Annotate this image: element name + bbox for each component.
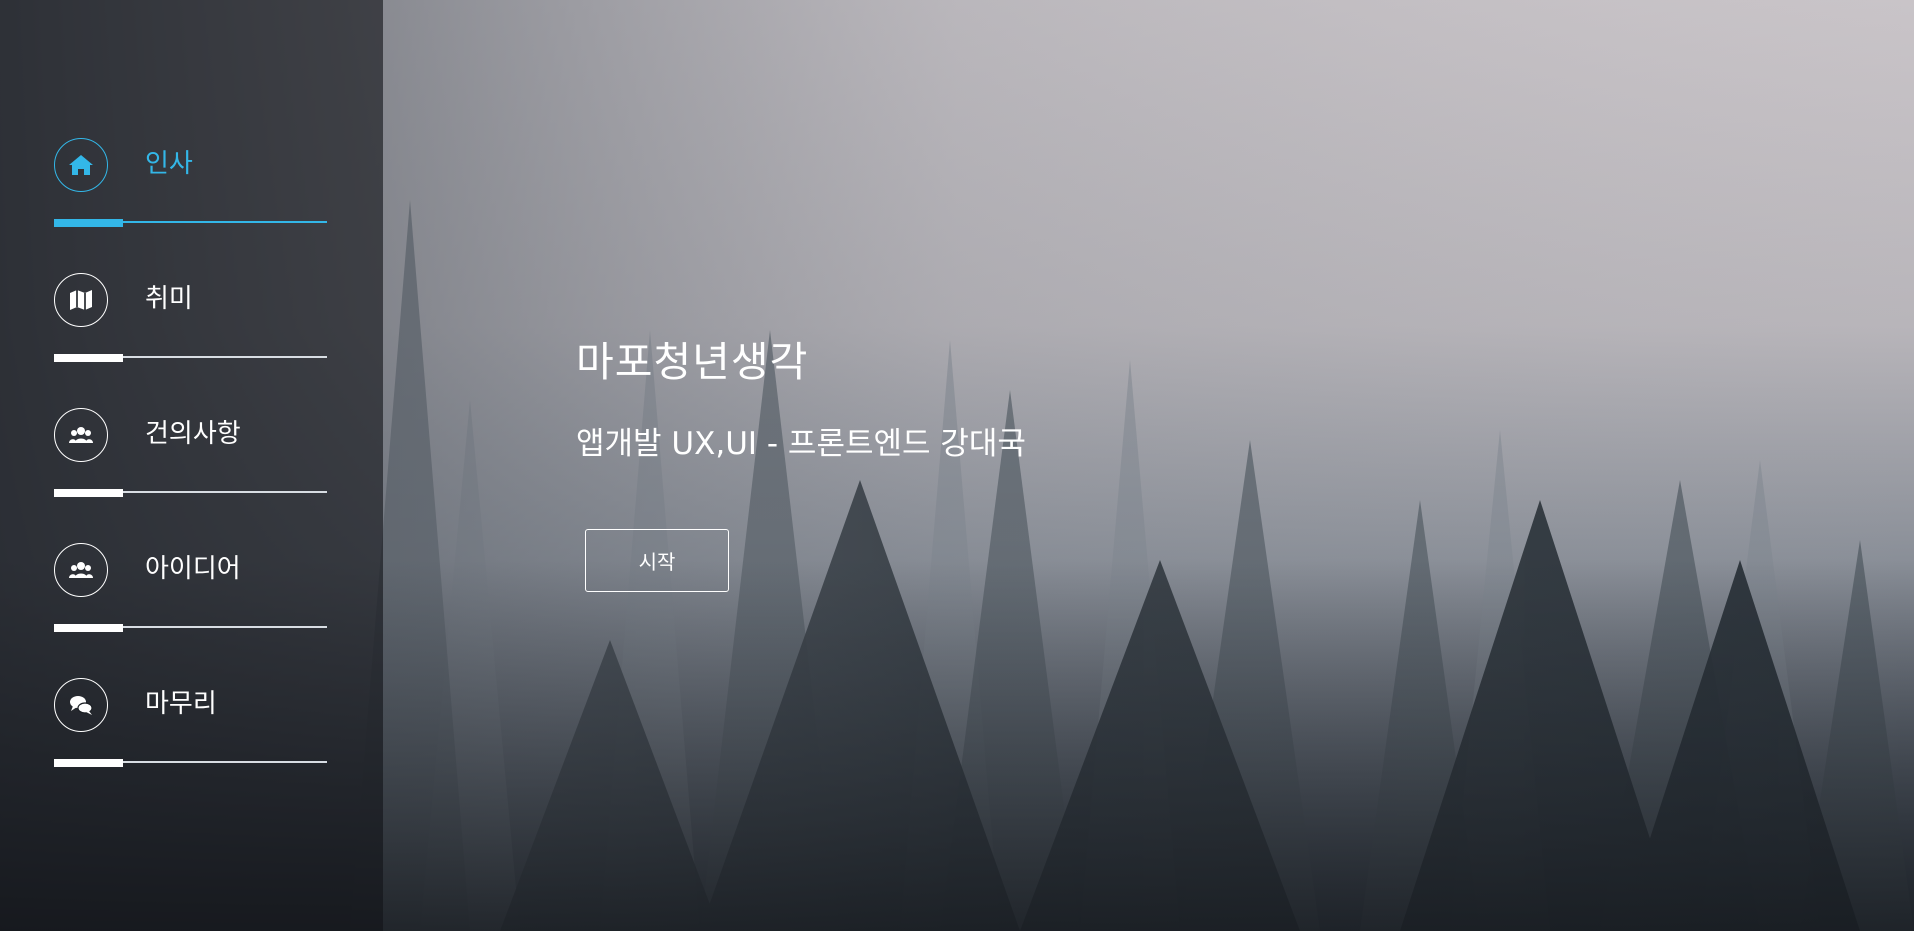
start-button[interactable]: 시작 <box>585 529 729 592</box>
users-icon <box>54 408 108 462</box>
hero-subtitle: 앱개발 UX,UI - 프론트엔드 강대국 <box>576 426 1026 462</box>
comments-icon <box>54 678 108 732</box>
nav-progress-indicator <box>54 759 123 767</box>
sidebar-item-label: 마무리 <box>145 689 217 719</box>
sidebar-item-closing[interactable]: 마무리 <box>54 678 327 783</box>
sidebar-item-label: 아이디어 <box>145 554 241 584</box>
sidebar: 인사 취미 건의사항 아이디어 마무리 <box>0 0 383 931</box>
sidebar-item-label: 취미 <box>145 284 193 314</box>
nav-progress-indicator <box>54 219 123 227</box>
sidebar-item-ideas[interactable]: 아이디어 <box>54 543 327 648</box>
sidebar-item-suggestions[interactable]: 건의사항 <box>54 408 327 513</box>
users-glyph <box>69 427 93 443</box>
home-glyph <box>69 155 93 175</box>
sidebar-item-hobby[interactable]: 취미 <box>54 273 327 378</box>
sidebar-item-label: 인사 <box>145 149 193 179</box>
home-icon <box>54 138 108 192</box>
hero-title: 마포청년생각 <box>576 338 809 386</box>
comments-glyph <box>70 696 93 715</box>
page-root: 인사 취미 건의사항 아이디어 마무리 마포청년생각 앱개발 UX,UI - 프… <box>0 0 1914 931</box>
users-glyph <box>69 562 93 578</box>
sidebar-item-label: 건의사항 <box>145 419 241 449</box>
nav-progress-indicator <box>54 354 123 362</box>
map-icon <box>54 273 108 327</box>
sidebar-item-greeting[interactable]: 인사 <box>54 138 327 243</box>
nav-progress-indicator <box>54 624 123 632</box>
nav-progress-indicator <box>54 489 123 497</box>
users-icon <box>54 543 108 597</box>
map-glyph <box>70 290 92 310</box>
